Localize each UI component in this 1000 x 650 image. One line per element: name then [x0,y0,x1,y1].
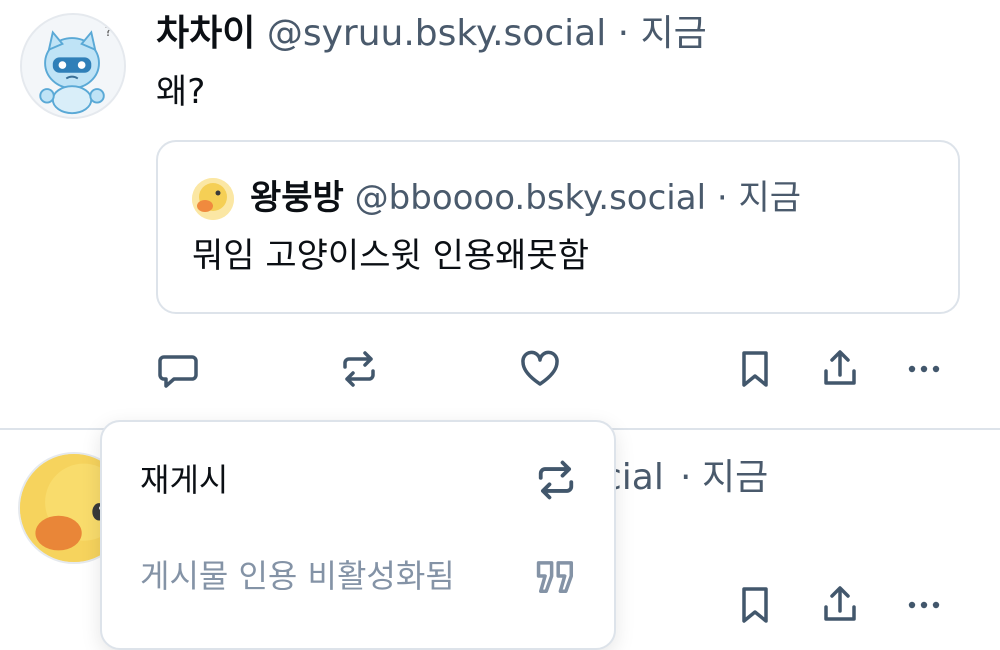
avatar-cat-image: ? [22,15,124,117]
more-button[interactable] [899,580,949,630]
quote-avatar[interactable] [192,178,234,220]
repost-icon [343,351,375,387]
post-header: 차차이 @syruu.bsky.social · 지금 [156,10,707,58]
like-button[interactable] [515,344,565,394]
post-text: 왜? [156,72,206,112]
repost-button[interactable] [334,344,384,394]
menu-item-label: 게시물 인용 비활성화됨 [140,557,455,595]
quote-header: 왕붕방 @bboooo.bsky.social · 지금 [250,175,801,221]
reply-button[interactable] [153,344,203,394]
separator-dot: · [716,178,728,218]
repost-icon [538,460,574,500]
quote-author-name: 왕붕방 [250,178,344,218]
more-button[interactable] [899,344,949,394]
author-handle[interactable]: @syruu.bsky.social [267,13,606,54]
quoted-post[interactable]: 왕붕방 @bboooo.bsky.social · 지금 뭐임 고양이스윗 인용… [156,140,960,314]
heart-icon [521,350,559,386]
author-name[interactable]: 차차이 [156,13,255,54]
bookmark-button[interactable] [730,344,780,394]
avatar[interactable]: ? [20,13,126,119]
menu-item-repost[interactable]: 재게시 [102,450,614,510]
menu-item-label: 재게시 [140,461,229,499]
post-time[interactable]: 지금 [702,454,768,502]
more-icon [908,365,940,373]
bookmark-button[interactable] [730,580,780,630]
repost-menu: 재게시 게시물 인용 비활성화됨 [100,420,616,650]
share-button[interactable] [815,344,865,394]
post-time[interactable]: 지금 [641,13,707,54]
reply-icon [158,355,198,388]
quote-author-handle: @bboooo.bsky.social [354,178,707,218]
share-icon [824,350,856,385]
share-button[interactable] [815,580,865,630]
post-item[interactable]: ? 차차이 @syruu.bsky.social · 지금 왜? 왕붕방 @bb… [0,0,1000,428]
menu-item-quote-disabled: 게시물 인용 비활성화됨 [102,546,614,606]
quote-icon [536,561,574,594]
quote-time: 지금 [738,178,802,218]
svg-text:?: ? [105,24,112,40]
bookmark-icon [742,587,768,623]
more-icon [908,601,940,609]
quote-text: 뭐임 고양이스윗 인용왜못함 [192,236,589,276]
avatar-chick-image [192,178,234,220]
share-icon [824,586,856,621]
bookmark-icon [742,351,768,387]
post-actions [0,344,1000,394]
separator-dot: · [680,457,692,498]
separator-dot: · [617,13,630,54]
